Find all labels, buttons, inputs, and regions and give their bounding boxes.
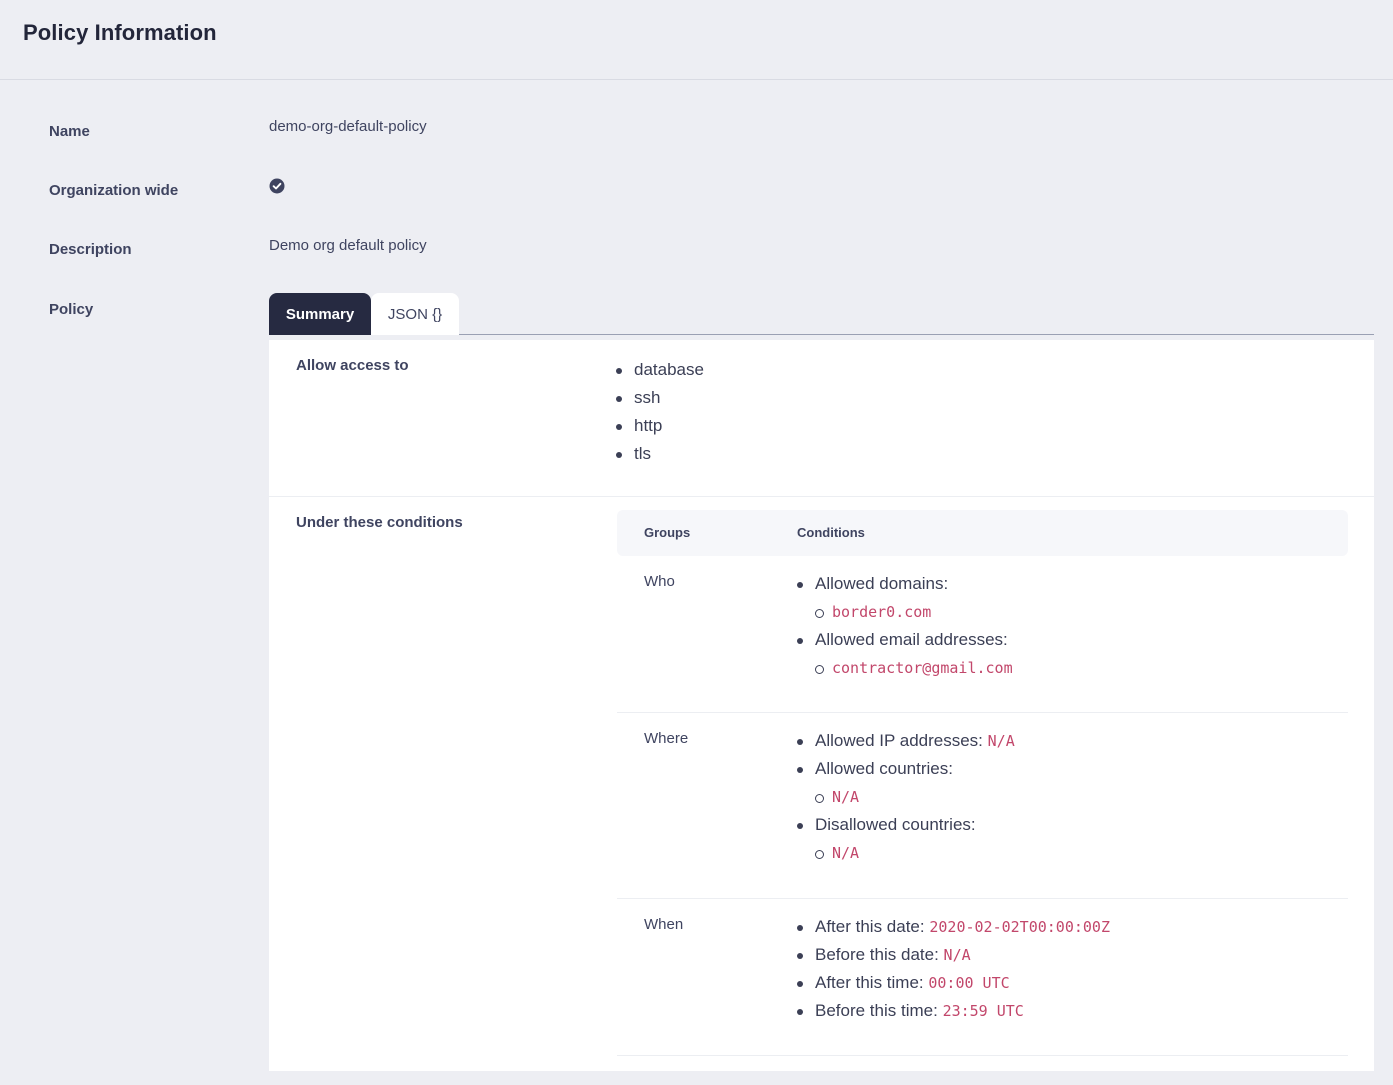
conditions-table-header: Groups Conditions [617, 510, 1348, 556]
allow-access-label: Allow access to [296, 357, 409, 374]
tab-json[interactable]: JSON {} [371, 293, 459, 335]
table-row-who: Who Allowed domains: border0.com Allowed… [617, 556, 1348, 713]
after-time-label: After this time: [815, 973, 924, 992]
condition-item: Allowed domains: border0.com [797, 570, 1013, 626]
allowed-domain-value: border0.com [832, 603, 932, 621]
allowed-countries-label: Allowed countries: [815, 759, 953, 778]
condition-item: Allowed email addresses: contractor@gmai… [797, 626, 1013, 682]
check-circle-icon [269, 178, 285, 194]
before-date-label: Before this date: [815, 945, 939, 964]
policy-tabs: Summary JSON {} [269, 293, 1374, 335]
table-row-where: Where Allowed IP addresses: N/A Allowed … [617, 713, 1348, 899]
column-header-conditions: Conditions [797, 525, 865, 540]
section-divider [269, 496, 1374, 497]
condition-item: Allowed countries: N/A [797, 755, 1015, 811]
list-item: database [616, 356, 704, 384]
allowed-countries-value: N/A [832, 788, 860, 806]
list-item: tls [616, 440, 704, 468]
before-time-value: 23:59 UTC [942, 1002, 1024, 1020]
allowed-email-value: contractor@gmail.com [832, 659, 1013, 677]
description-label: Description [49, 241, 132, 258]
allowed-emails-label: Allowed email addresses: [815, 630, 1008, 649]
before-time-label: Before this time: [815, 1001, 938, 1020]
list-item: ssh [616, 384, 704, 412]
where-conditions: Allowed IP addresses: N/A Allowed countr… [797, 727, 1015, 867]
description-value: Demo org default policy [269, 237, 427, 254]
allowed-domains-label: Allowed domains: [815, 574, 949, 593]
condition-item: Disallowed countries: N/A [797, 811, 1015, 867]
tab-summary[interactable]: Summary [269, 293, 371, 335]
access-list: database ssh http tls [616, 356, 704, 468]
list-item: http [616, 412, 704, 440]
column-header-groups: Groups [644, 525, 691, 540]
name-label: Name [49, 123, 90, 140]
who-conditions: Allowed domains: border0.com Allowed ema… [797, 570, 1013, 682]
disallowed-countries-label: Disallowed countries: [815, 815, 976, 834]
conditions-label: Under these conditions [296, 514, 463, 531]
condition-item: Before this date: N/A [797, 941, 1110, 969]
conditions-table: Groups Conditions Who Allowed domains: b… [617, 510, 1348, 1056]
when-conditions: After this date: 2020-02-02T00:00:00Z Be… [797, 913, 1110, 1025]
disallowed-countries-value: N/A [832, 844, 860, 862]
after-time-value: 00:00 UTC [928, 974, 1010, 992]
allowed-ips-label: Allowed IP addresses: [815, 731, 983, 750]
condition-item: Before this time: 23:59 UTC [797, 997, 1110, 1025]
after-date-label: After this date: [815, 917, 925, 936]
page-header: Policy Information [0, 0, 1393, 80]
policy-summary-panel: Allow access to database ssh http tls Un… [269, 340, 1374, 1071]
group-where: Where [644, 730, 689, 747]
after-date-value: 2020-02-02T00:00:00Z [929, 918, 1110, 936]
name-value: demo-org-default-policy [269, 118, 427, 135]
before-date-value: N/A [943, 946, 971, 964]
group-when: When [644, 916, 684, 933]
condition-item: Allowed IP addresses: N/A [797, 727, 1015, 755]
group-who: Who [644, 573, 675, 590]
table-row-when: When After this date: 2020-02-02T00:00:0… [617, 899, 1348, 1056]
condition-item: After this time: 00:00 UTC [797, 969, 1110, 997]
organization-wide-label: Organization wide [49, 182, 179, 199]
condition-item: After this date: 2020-02-02T00:00:00Z [797, 913, 1110, 941]
allowed-ips-value: N/A [987, 732, 1015, 750]
policy-label: Policy [49, 301, 94, 318]
page-title: Policy Information [23, 20, 217, 45]
